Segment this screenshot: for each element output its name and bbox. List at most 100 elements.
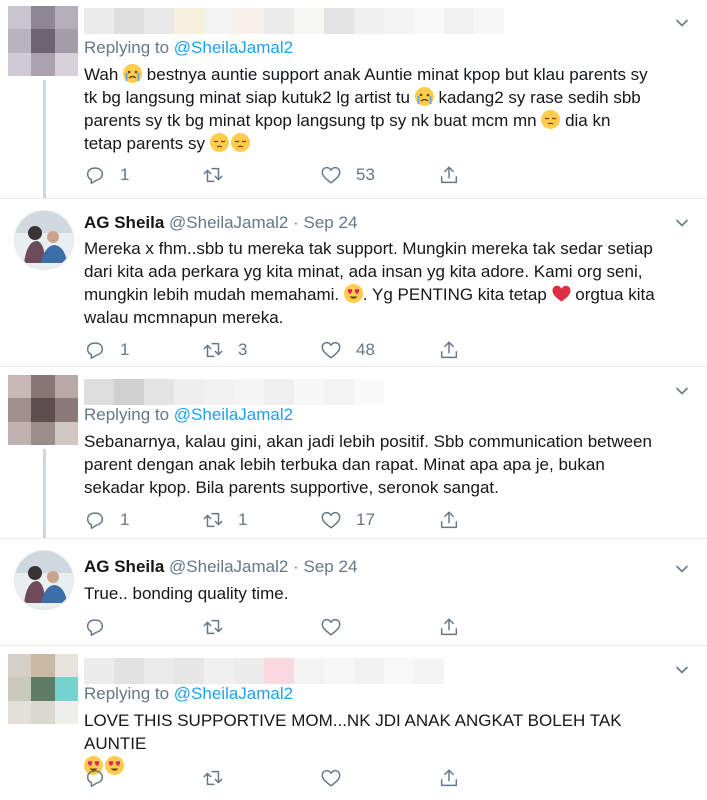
- reply-icon: [86, 167, 104, 184]
- heart-eyes-emoji: [343, 284, 363, 303]
- retweet-button[interactable]: 1: [202, 508, 247, 532]
- tweet-actions: [84, 615, 484, 639]
- like-icon: [321, 341, 341, 359]
- reply-count: 1: [120, 165, 130, 184]
- author-handle[interactable]: @SheilaJamal2: [169, 557, 288, 576]
- share-button[interactable]: [438, 338, 460, 362]
- text-line: Wah: [84, 65, 119, 84]
- text-line: dari kita ada perkara yg kita minat, ada…: [84, 262, 643, 281]
- tweet-header: AG Sheila @SheilaJamal2 · Sep 24: [84, 557, 357, 577]
- chevron-down-icon[interactable]: [675, 562, 689, 576]
- tweet-2[interactable]: AG Sheila @SheilaJamal2 · Sep 24 Mereka …: [0, 199, 707, 366]
- text-line: tk bg langsung minat siap kutuk2 lg arti…: [84, 88, 411, 107]
- chevron-down-icon[interactable]: [675, 384, 689, 398]
- replying-to: Replying to @SheilaJamal2: [84, 38, 293, 58]
- chevron-down-icon[interactable]: [675, 663, 689, 677]
- avatar-blurred[interactable]: [8, 6, 78, 76]
- share-icon: [440, 341, 458, 359]
- reply-button[interactable]: 1: [84, 163, 129, 187]
- tweet-actions: 1 53: [84, 163, 484, 187]
- like-button[interactable]: [320, 615, 356, 639]
- thread-line: [43, 449, 46, 538]
- tweet-date[interactable]: Sep 24: [304, 213, 358, 232]
- share-button[interactable]: [438, 615, 460, 639]
- like-button[interactable]: 48: [320, 338, 375, 362]
- text-line: LOVE THIS SUPPORTIVE MOM...NK JDI ANAK A…: [84, 711, 622, 753]
- text-line: bestnya auntie support anak Auntie minat…: [146, 65, 648, 84]
- replying-prefix: Replying to: [84, 38, 170, 57]
- replying-handle-link[interactable]: @SheilaJamal2: [174, 684, 293, 703]
- share-icon: [440, 769, 458, 787]
- retweet-count: 1: [238, 510, 248, 529]
- pensive-face-emoji: [541, 110, 561, 129]
- retweet-button[interactable]: [202, 766, 238, 790]
- thread-line: [43, 80, 46, 198]
- text-line: kadang2 sy rase sedih sbb: [438, 88, 641, 107]
- crying-face-emoji: [123, 64, 143, 83]
- text-line: parent dengan anak lebih terbuka dan rap…: [84, 455, 605, 474]
- reply-icon: [86, 512, 104, 529]
- text-line: dia kn: [565, 111, 611, 130]
- like-icon: [321, 166, 341, 184]
- tweet-actions: 1 1 17: [84, 508, 484, 532]
- chevron-down-icon[interactable]: [675, 216, 689, 230]
- replying-handle-link[interactable]: @SheilaJamal2: [174, 38, 293, 57]
- like-count: 17: [356, 510, 375, 529]
- tweet-3[interactable]: Replying to @SheilaJamal2 Sebanarnya, ka…: [0, 367, 707, 538]
- reply-button[interactable]: [84, 766, 120, 790]
- pensive-face-emoji: [230, 133, 250, 152]
- author-name[interactable]: AG Sheila: [84, 213, 164, 232]
- avatar[interactable]: [14, 550, 74, 610]
- retweet-button[interactable]: 3: [202, 338, 247, 362]
- retweet-count: 3: [238, 340, 248, 359]
- text-line: True.. bonding quality time.: [84, 584, 289, 603]
- like-button[interactable]: [320, 766, 356, 790]
- author-name[interactable]: AG Sheila: [84, 557, 164, 576]
- reply-icon: [86, 770, 104, 787]
- author-handle[interactable]: @SheilaJamal2: [169, 213, 288, 232]
- share-button[interactable]: [438, 163, 460, 187]
- reply-icon: [86, 342, 104, 359]
- pensive-face-emoji: [209, 133, 229, 152]
- replying-handle-link[interactable]: @SheilaJamal2: [174, 405, 293, 424]
- retweet-icon: [203, 512, 223, 528]
- tweet-actions: 1 3 48: [84, 338, 484, 362]
- author-name-redacted: [84, 8, 504, 34]
- like-button[interactable]: 53: [320, 163, 375, 187]
- separator: ·: [293, 557, 299, 576]
- share-button[interactable]: [438, 766, 460, 790]
- reply-button[interactable]: 1: [84, 508, 129, 532]
- tweet-text: True.. bonding quality time.: [84, 582, 684, 605]
- text-line: . Yg PENTING kita tetap: [362, 285, 547, 304]
- text-line: orgtua kita: [575, 285, 655, 304]
- reply-count: 1: [120, 340, 130, 359]
- like-icon: [321, 769, 341, 787]
- tweet-1[interactable]: Replying to @SheilaJamal2 Wah bestnya au…: [0, 0, 707, 198]
- retweet-icon: [203, 770, 223, 786]
- like-count: 48: [356, 340, 375, 359]
- avatar[interactable]: [14, 210, 74, 270]
- reply-button[interactable]: [84, 615, 120, 639]
- text-line: Sebanarnya, kalau gini, akan jadi lebih …: [84, 432, 652, 451]
- tweet-date[interactable]: Sep 24: [304, 557, 358, 576]
- chevron-down-icon[interactable]: [675, 16, 689, 30]
- crying-face-emoji: [414, 87, 434, 106]
- text-line: Mereka x fhm..sbb tu mereka tak support.…: [84, 239, 653, 258]
- avatar-blurred[interactable]: [8, 375, 78, 445]
- avatar-blurred[interactable]: [8, 654, 78, 724]
- reply-button[interactable]: 1: [84, 338, 129, 362]
- tweet-text: Mereka x fhm..sbb tu mereka tak support.…: [84, 237, 684, 329]
- retweet-button[interactable]: [202, 163, 238, 187]
- share-button[interactable]: [438, 508, 460, 532]
- replying-prefix: Replying to: [84, 684, 170, 703]
- share-icon: [440, 511, 458, 529]
- author-name-redacted: [84, 379, 384, 405]
- retweet-button[interactable]: [202, 615, 238, 639]
- text-line: parents sy tk bg minat kpop langsung tp …: [84, 111, 537, 130]
- like-button[interactable]: 17: [320, 508, 375, 532]
- text-line: tetap parents sy: [84, 134, 205, 153]
- replying-prefix: Replying to: [84, 405, 170, 424]
- tweet-5[interactable]: Replying to @SheilaJamal2 LOVE THIS SUPP…: [0, 646, 707, 800]
- tweet-4[interactable]: AG Sheila @SheilaJamal2 · Sep 24 True.. …: [0, 539, 707, 645]
- author-name-redacted: [84, 658, 444, 684]
